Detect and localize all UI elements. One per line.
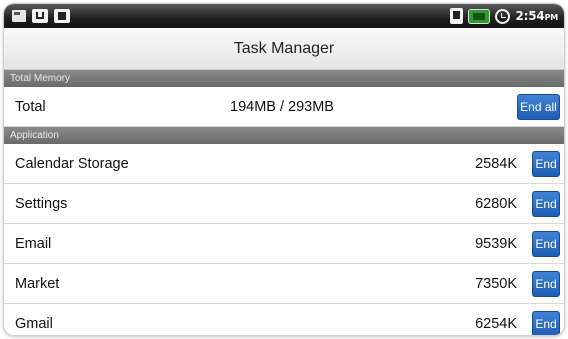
status-bar-left (12, 9, 70, 23)
usb-icon (32, 9, 48, 23)
sd-card-icon (12, 10, 26, 22)
device-screen: 2:54PM Task Manager Total Memory Total 1… (4, 4, 564, 335)
status-bar: 2:54PM (4, 4, 564, 28)
section-header-application: Application (4, 127, 564, 144)
end-button-market[interactable]: End (532, 270, 560, 297)
app-name: Settings (15, 195, 68, 212)
app-name: Gmail (15, 315, 53, 332)
app-row-email: Email 9539K End (4, 224, 564, 264)
battery-icon (468, 9, 489, 23)
total-memory-row: Total 194MB / 293MB End all (4, 87, 564, 127)
total-label: Total (15, 98, 46, 115)
app-memory-size: 6254K (475, 315, 517, 332)
clock-time: 2:54 (515, 9, 545, 23)
end-all-button[interactable]: End all (517, 93, 560, 120)
end-button-gmail[interactable]: End (532, 310, 560, 335)
title-bar: Task Manager (4, 28, 564, 70)
clock-ampm: PM (544, 13, 559, 22)
app-row-settings: Settings 6280K End (4, 184, 564, 224)
alarm-icon (494, 8, 510, 24)
app-name: Calendar Storage (15, 155, 129, 172)
end-button-email[interactable]: End (532, 230, 560, 257)
app-name: Email (15, 235, 52, 252)
app-memory-size: 2584K (475, 155, 517, 172)
notification-icon (54, 9, 70, 23)
app-memory-size: 6280K (475, 195, 517, 212)
app-memory-size: 7350K (475, 275, 517, 292)
status-clock: 2:54PM (516, 9, 559, 23)
status-bar-right: 2:54PM (449, 8, 559, 24)
phone-signal-icon (449, 8, 463, 24)
end-button-settings[interactable]: End (532, 190, 560, 217)
app-row-market: Market 7350K End (4, 264, 564, 304)
memory-usage-value: 194MB / 293MB (230, 98, 334, 115)
app-name: Market (15, 275, 60, 292)
app-row-gmail: Gmail 6254K End (4, 304, 564, 335)
section-label: Application (10, 130, 59, 141)
end-button-calendar-storage[interactable]: End (532, 150, 560, 177)
app-row-calendar-storage: Calendar Storage 2584K End (4, 144, 564, 184)
section-header-total-memory: Total Memory (4, 70, 564, 87)
section-label: Total Memory (10, 73, 71, 84)
page-title: Task Manager (233, 39, 335, 57)
app-memory-size: 9539K (475, 235, 517, 252)
